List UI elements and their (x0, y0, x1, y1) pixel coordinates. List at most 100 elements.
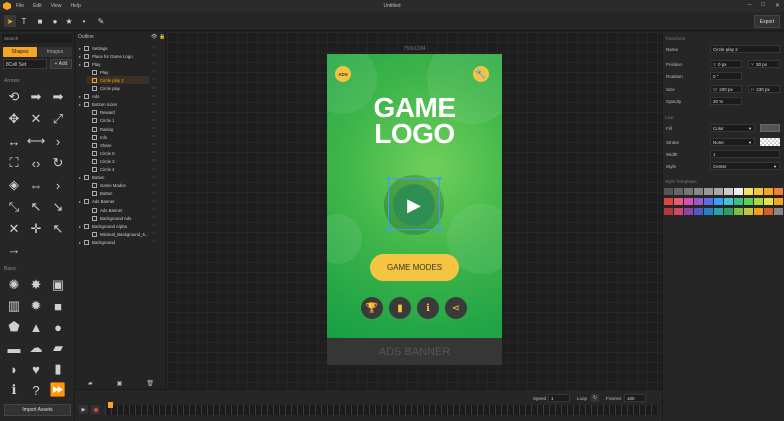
style-swatch[interactable] (714, 198, 723, 205)
resize-handle[interactable] (387, 177, 390, 180)
text-tool-icon[interactable]: T (18, 15, 30, 27)
minimize-icon[interactable]: – (748, 2, 751, 9)
position-y-field[interactable]: Y 30 px (748, 60, 780, 68)
arrow-fat-right-icon[interactable]: ➡ (49, 88, 67, 106)
outline-row[interactable]: ▸ Ads (79, 93, 149, 101)
box-icon[interactable]: ▣ (49, 276, 67, 294)
menu-view[interactable]: View (51, 3, 62, 9)
selection-box[interactable] (387, 177, 441, 231)
style-swatch[interactable] (744, 198, 753, 205)
pen-tool-icon[interactable]: ✎ (95, 15, 107, 27)
menu-edit[interactable]: Edit (33, 3, 42, 9)
crossing-arrows-icon[interactable]: ✕ (5, 220, 23, 238)
chevron-right-icon[interactable]: › (49, 132, 67, 150)
loop-icon[interactable]: ↻ (591, 394, 599, 402)
wrench-icon[interactable]: 🔧 (473, 66, 489, 82)
star-burst-icon[interactable]: ✸ (27, 276, 45, 294)
visibility-toggle-icon[interactable]: • • (152, 69, 155, 73)
shrink-icon[interactable]: ↘ (49, 198, 67, 216)
arrow-right-icon[interactable]: ➡ (27, 88, 45, 106)
style-swatch[interactable] (684, 208, 693, 215)
fullscreen-icon[interactable]: ⛶ (5, 154, 23, 172)
trophy-icon[interactable]: 🏆 (361, 297, 383, 319)
delete-icon[interactable]: 🗑 (146, 380, 154, 387)
opacity-field[interactable]: 20 % (710, 97, 742, 105)
triangle-icon[interactable]: ▲ (27, 318, 45, 336)
add-button[interactable]: + Add (50, 59, 72, 69)
style-swatch[interactable] (724, 188, 733, 195)
tab-shapes[interactable]: Shapes (3, 47, 37, 57)
speed-field[interactable]: 1 (548, 394, 570, 402)
outline-row[interactable]: Button (87, 190, 149, 198)
outline-row[interactable]: Circle 1 (87, 117, 149, 125)
shield-icon[interactable]: ⬟ (5, 318, 23, 336)
rating-icon[interactable]: ▮ (389, 297, 411, 319)
style-swatch[interactable] (674, 208, 683, 215)
visibility-toggle-icon[interactable]: • • (152, 118, 155, 122)
size-h-field[interactable]: H 230 px (748, 85, 780, 93)
ads-banner[interactable]: ADS BANNER (327, 338, 502, 365)
tab-images[interactable]: Images (38, 47, 72, 57)
outline-row[interactable]: ▸ Background (79, 238, 149, 246)
visibility-toggle-icon[interactable]: • • (152, 126, 155, 130)
gear-burst-icon[interactable]: ✹ (27, 297, 45, 315)
outline-row[interactable]: Info (87, 133, 149, 141)
resize-handle[interactable] (438, 228, 441, 231)
visibility-toggle-icon[interactable]: • • (152, 61, 155, 65)
horizontal-arrows-icon[interactable]: ⇔ (27, 176, 45, 194)
style-swatch[interactable] (774, 198, 783, 205)
style-swatch[interactable] (774, 208, 783, 215)
info-icon[interactable]: ℹ (417, 297, 439, 319)
maximize-icon[interactable]: □ (761, 2, 765, 9)
visibility-toggle-icon[interactable]: • • (152, 215, 155, 219)
stroke-select[interactable]: None ▼ (710, 138, 755, 146)
outline-row[interactable]: ▸ Button (79, 174, 149, 182)
style-swatch[interactable] (694, 188, 703, 195)
long-arrow-icon[interactable]: ⟷ (27, 132, 46, 150)
style-swatch[interactable] (684, 188, 693, 195)
name-field[interactable]: Circle play 2 (710, 45, 780, 53)
outline-row[interactable]: Circle 4 (87, 166, 149, 174)
outline-row[interactable]: Raiting (87, 125, 149, 133)
style-swatch[interactable] (684, 198, 693, 205)
fill-select[interactable]: Color ▼ (710, 124, 755, 132)
outline-row[interactable]: ▸ Play (79, 60, 149, 68)
double-arrow-icon[interactable]: ↔ (5, 132, 23, 150)
style-swatch[interactable] (724, 208, 733, 215)
shape-set-select[interactable]: 8Cell Set (3, 59, 47, 69)
share-icon[interactable]: ⋖ (445, 297, 467, 319)
visibility-toggle-icon[interactable]: • • (152, 134, 155, 138)
visibility-toggle-icon[interactable]: • • (152, 150, 155, 154)
style-swatch[interactable] (674, 198, 683, 205)
timeline-playhead[interactable] (108, 402, 113, 408)
visibility-toggle-icon[interactable]: • • (152, 175, 155, 179)
new-folder-icon[interactable]: ▰ (88, 380, 93, 387)
style-swatch[interactable] (734, 188, 743, 195)
width-field[interactable]: 1 (710, 150, 780, 158)
style-swatch[interactable] (744, 188, 753, 195)
size-w-field[interactable]: W 230 px (710, 85, 742, 93)
style-swatch[interactable] (674, 188, 683, 195)
outline-row[interactable]: Share (87, 141, 149, 149)
move-arrows-icon[interactable]: ✥ (5, 110, 23, 128)
style-swatch[interactable] (664, 198, 673, 205)
export-button[interactable]: Export (754, 15, 780, 28)
visibility-toggle-icon[interactable]: • • (152, 183, 155, 187)
visibility-toggle-icon[interactable]: • • (152, 110, 155, 114)
diamond-arrows-icon[interactable]: ◈ (5, 176, 23, 194)
new-layer-icon[interactable]: ▣ (117, 380, 123, 387)
outline-row[interactable]: Game Modes (87, 182, 149, 190)
visibility-toggle-icon[interactable]: • • (152, 102, 155, 106)
dot-tool-icon[interactable]: • (78, 15, 90, 27)
heart-icon[interactable]: ♥ (27, 360, 45, 378)
style-swatch[interactable] (724, 198, 733, 205)
style-swatch[interactable] (694, 208, 703, 215)
style-swatch[interactable] (664, 208, 673, 215)
info-icon[interactable]: ℹ (5, 381, 23, 399)
timeline-ruler[interactable] (105, 405, 657, 415)
visibility-toggle-icon[interactable]: • • (152, 239, 155, 243)
style-swatch[interactable] (754, 188, 763, 195)
no-ads-icon[interactable]: ADS (335, 66, 351, 82)
thin-arrow-right-icon[interactable]: → (5, 240, 23, 258)
outline-row[interactable]: Play (87, 68, 149, 76)
